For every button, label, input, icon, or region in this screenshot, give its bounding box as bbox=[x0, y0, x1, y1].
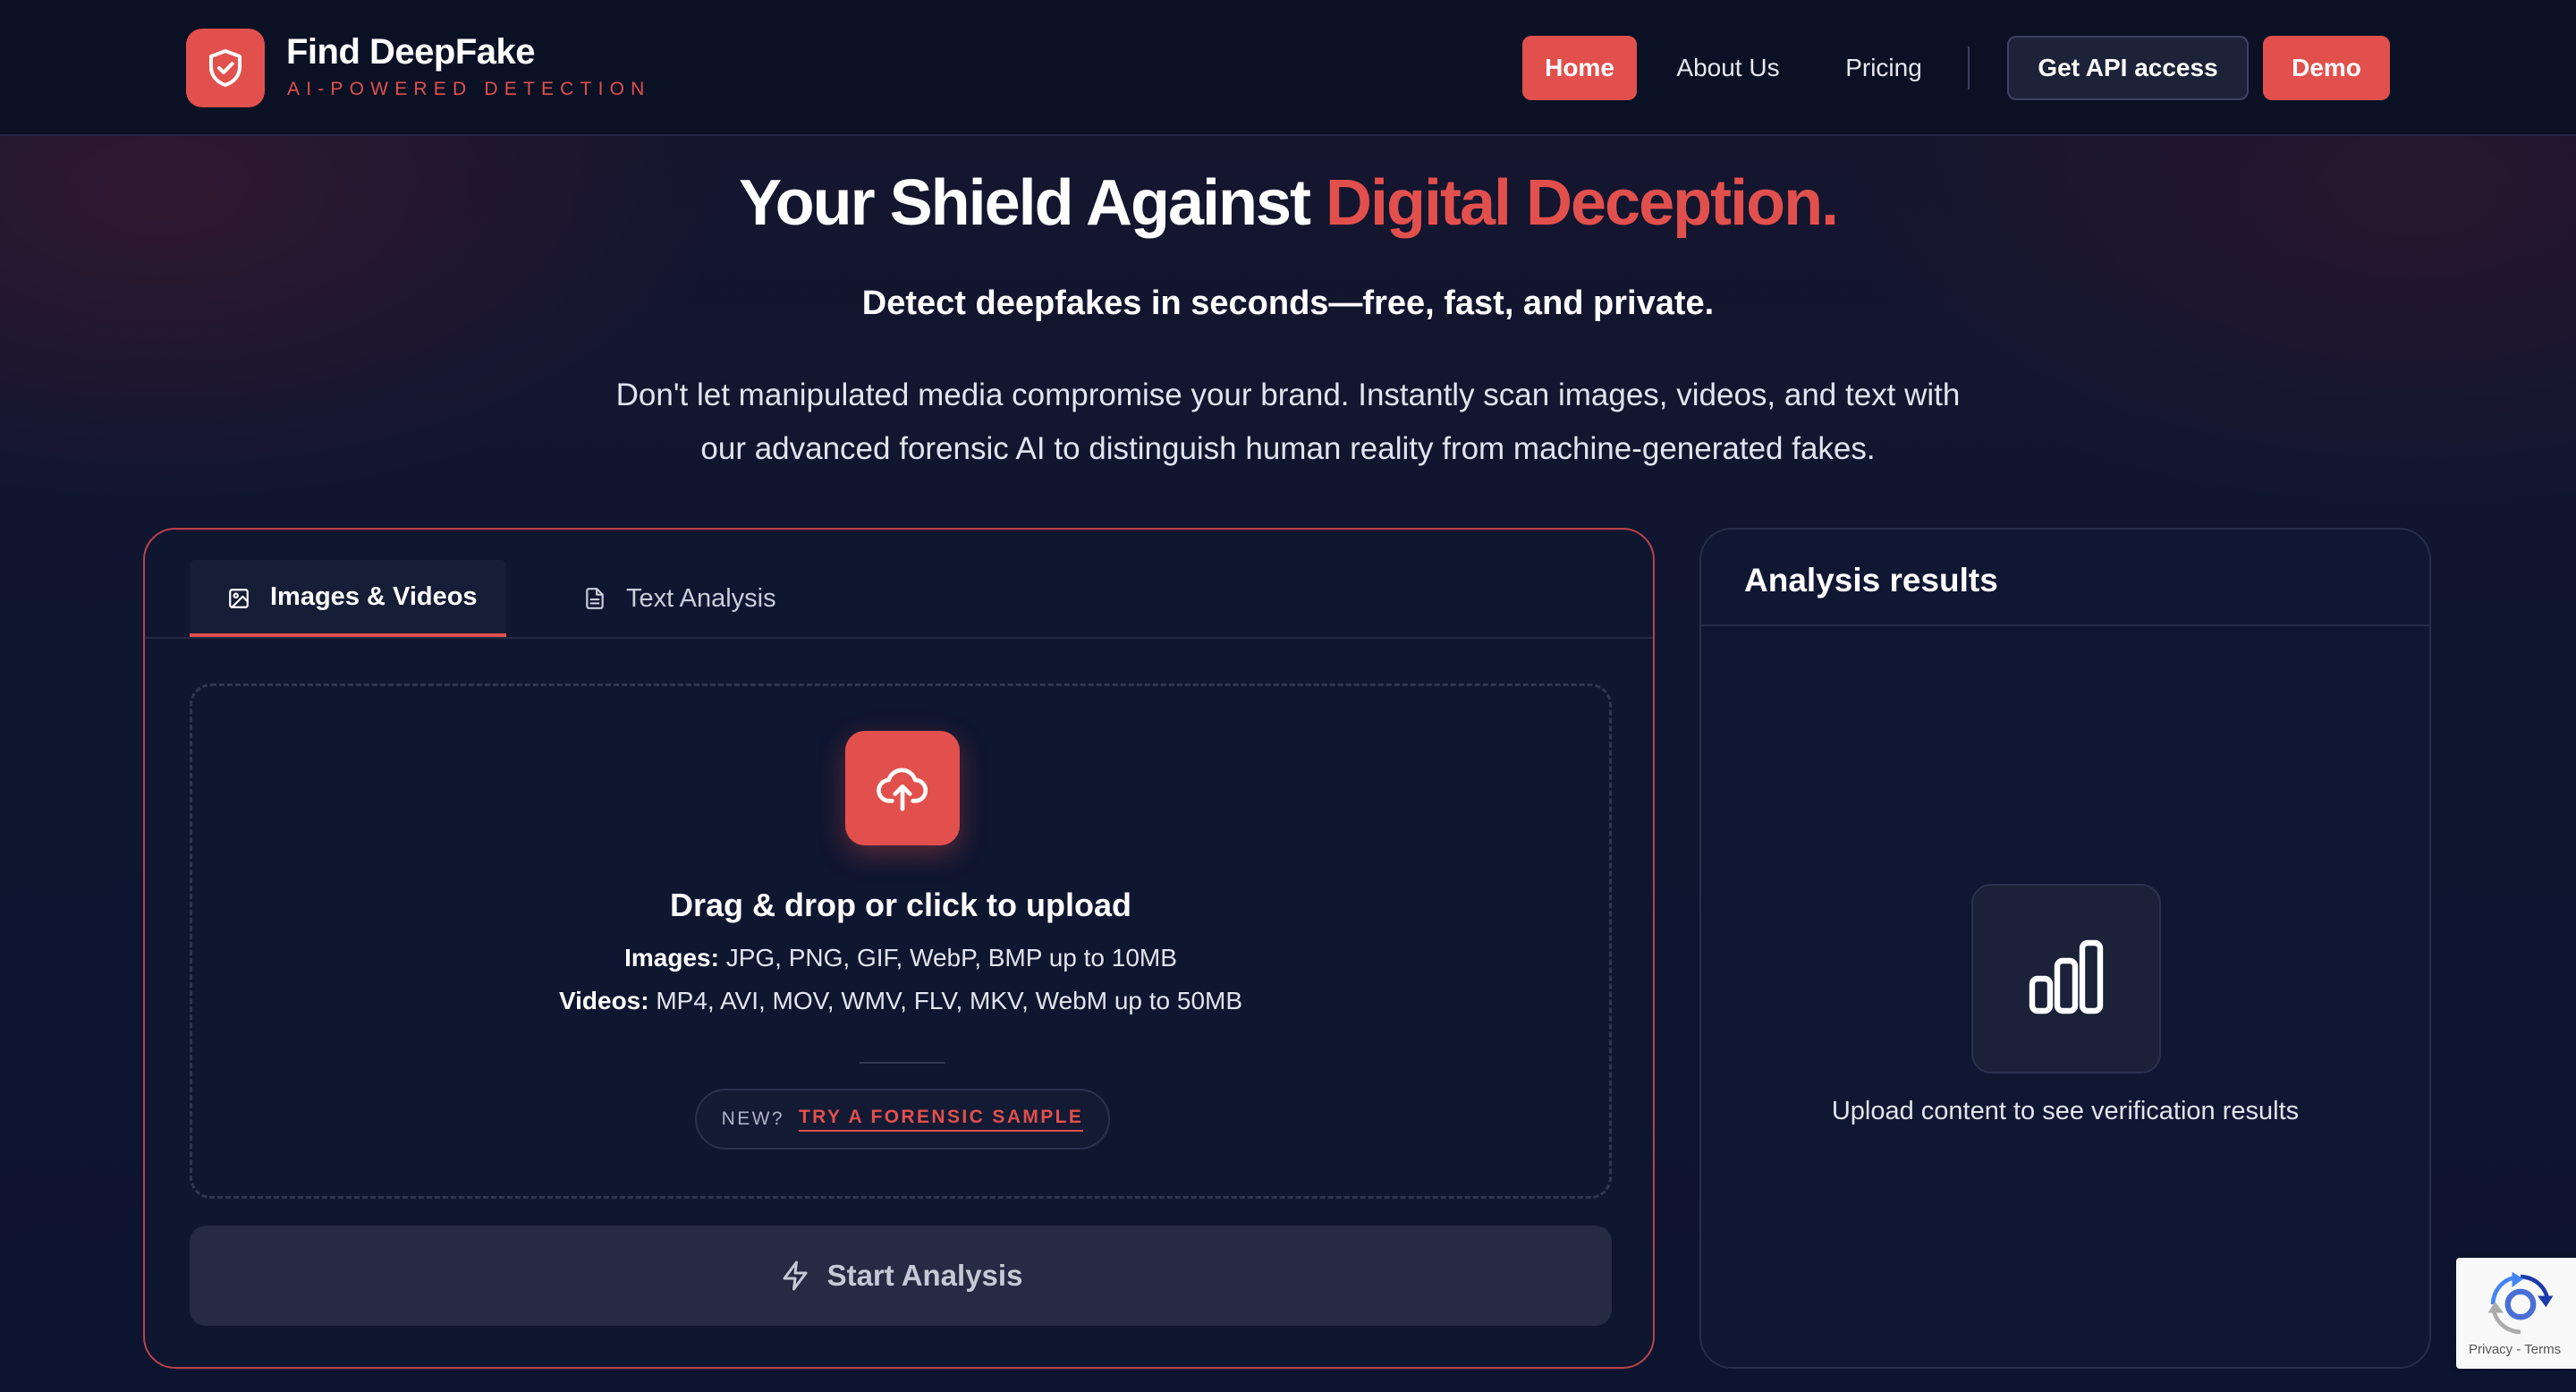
results-title: Analysis results bbox=[1744, 562, 1998, 598]
dropzone-image-formats: Images: JPG, PNG, GIF, WebP, BMP up to 1… bbox=[192, 944, 1609, 972]
dropzone-video-formats: Videos: MP4, AVI, MOV, WMV, FLV, MKV, We… bbox=[192, 987, 1609, 1015]
image-icon bbox=[229, 589, 249, 608]
brand-tagline: AI-POWERED DETECTION bbox=[287, 79, 651, 99]
cloud-upload-icon[interactable] bbox=[845, 731, 960, 845]
tab-images-videos[interactable]: Images & Videos bbox=[190, 560, 506, 637]
bar-chart-icon bbox=[1971, 884, 2161, 1074]
images-label: Images: bbox=[624, 944, 719, 972]
top-navbar: Find DeepFake AI-POWERED DETECTION Home … bbox=[0, 0, 2576, 136]
recaptcha-terms-link[interactable]: Privacy - Terms bbox=[2469, 1342, 2561, 1357]
results-divider bbox=[1701, 624, 2429, 626]
hero-subtitle: Detect deepfakes in seconds—free, fast, … bbox=[861, 284, 1715, 322]
tab-text-analysis[interactable]: Text Analysis bbox=[538, 560, 807, 637]
tab-text-analysis-label: Text Analysis bbox=[626, 583, 776, 613]
try-forensic-sample-link[interactable]: TRY A FORENSIC SAMPLE bbox=[798, 1107, 1084, 1132]
videos-label: Videos: bbox=[558, 987, 649, 1014]
upload-dropzone[interactable]: Drag & drop or click to upload Images: J… bbox=[190, 683, 1612, 1199]
hero-title-main: Your Shield Against bbox=[738, 167, 1326, 239]
upload-panel: Images & Videos Text Analysis Drag & dro… bbox=[143, 528, 1655, 1369]
recaptcha-icon bbox=[2487, 1270, 2555, 1343]
hero-title: Your Shield Against Digital Deception. bbox=[0, 166, 2576, 240]
nav-pricing-link[interactable]: Pricing bbox=[1830, 36, 1937, 100]
demo-button[interactable]: Demo bbox=[2263, 36, 2390, 100]
hero-title-accent: Digital Deception. bbox=[1326, 167, 1839, 239]
tab-images-videos-label: Images & Videos bbox=[270, 581, 478, 611]
forensic-sample-button[interactable]: NEW? TRY A FORENSIC SAMPLE bbox=[695, 1089, 1110, 1150]
sample-new-label: NEW? bbox=[721, 1108, 784, 1129]
videos-formats: MP4, AVI, MOV, WMV, FLV, MKV, WebM up to… bbox=[648, 987, 1243, 1014]
results-panel: Analysis results Upload content to see v… bbox=[1699, 528, 2431, 1369]
nav-about-link[interactable]: About Us bbox=[1665, 36, 1791, 100]
dropzone-divider bbox=[860, 1062, 945, 1064]
images-formats: JPG, PNG, GIF, WebP, BMP up to 10MB bbox=[718, 944, 1177, 972]
results-empty-message: Upload content to see verification resul… bbox=[1831, 1097, 2300, 1125]
shield-check-icon[interactable] bbox=[186, 29, 265, 107]
nav-divider bbox=[1968, 47, 1970, 89]
lightning-icon bbox=[783, 1260, 808, 1291]
document-icon bbox=[586, 588, 604, 609]
brand-name[interactable]: Find DeepFake bbox=[286, 32, 536, 72]
dropzone-title: Drag & drop or click to upload bbox=[669, 887, 1132, 923]
nav-home-button[interactable]: Home bbox=[1522, 36, 1637, 100]
start-analysis-label: Start Analysis bbox=[826, 1259, 1023, 1292]
recaptcha-badge[interactable]: Privacy - Terms bbox=[2456, 1258, 2576, 1369]
start-analysis-button[interactable]: Start Analysis bbox=[190, 1226, 1612, 1326]
hero-description: Don't let manipulated media compromise y… bbox=[615, 378, 1961, 466]
tab-divider bbox=[145, 637, 1653, 639]
get-api-access-button[interactable]: Get API access bbox=[2007, 36, 2249, 100]
